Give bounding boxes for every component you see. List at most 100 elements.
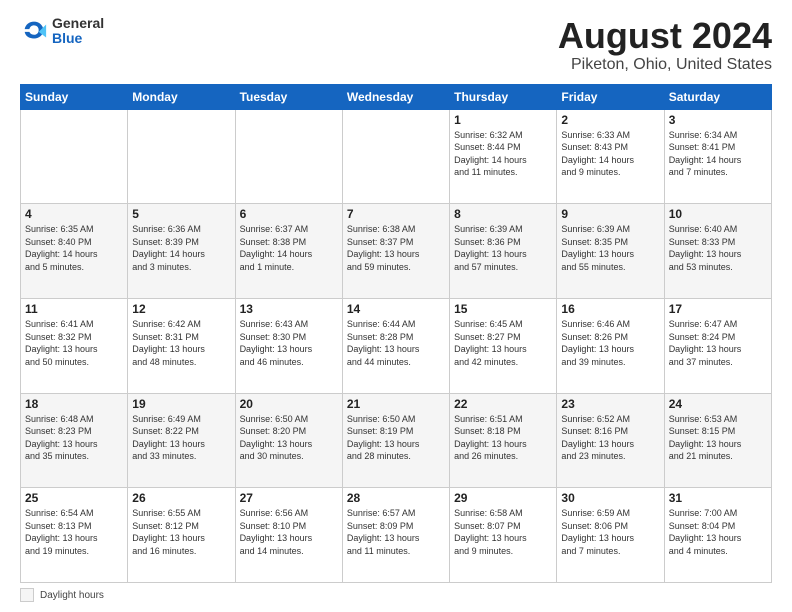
logo-blue-text: Blue <box>52 31 104 46</box>
subtitle: Piketon, Ohio, United States <box>558 56 772 74</box>
day-number: 29 <box>454 491 552 505</box>
day-info: Sunrise: 6:39 AM Sunset: 8:36 PM Dayligh… <box>454 223 552 273</box>
table-row <box>21 109 128 204</box>
table-row <box>235 109 342 204</box>
col-monday: Monday <box>128 84 235 109</box>
day-number: 15 <box>454 302 552 316</box>
day-number: 19 <box>132 397 230 411</box>
day-number: 25 <box>25 491 123 505</box>
main-title: August 2024 <box>558 16 772 56</box>
day-number: 31 <box>669 491 767 505</box>
day-number: 17 <box>669 302 767 316</box>
day-number: 30 <box>561 491 659 505</box>
table-row: 3 Sunrise: 6:34 AM Sunset: 8:41 PM Daylig… <box>664 109 771 204</box>
day-info: Sunrise: 6:39 AM Sunset: 8:35 PM Dayligh… <box>561 223 659 273</box>
calendar-week-row: 11 Sunrise: 6:41 AM Sunset: 8:32 PM Dayli… <box>21 298 772 393</box>
logo-general-text: General <box>52 16 104 31</box>
day-number: 12 <box>132 302 230 316</box>
day-number: 5 <box>132 207 230 221</box>
table-row: 26 Sunrise: 6:55 AM Sunset: 8:12 PM Dayli… <box>128 488 235 583</box>
day-info: Sunrise: 6:43 AM Sunset: 8:30 PM Dayligh… <box>240 318 338 368</box>
day-info: Sunrise: 6:36 AM Sunset: 8:39 PM Dayligh… <box>132 223 230 273</box>
calendar-week-row: 18 Sunrise: 6:48 AM Sunset: 8:23 PM Dayli… <box>21 393 772 488</box>
day-number: 16 <box>561 302 659 316</box>
day-number: 18 <box>25 397 123 411</box>
day-info: Sunrise: 6:47 AM Sunset: 8:24 PM Dayligh… <box>669 318 767 368</box>
col-tuesday: Tuesday <box>235 84 342 109</box>
day-info: Sunrise: 6:52 AM Sunset: 8:16 PM Dayligh… <box>561 413 659 463</box>
day-number: 14 <box>347 302 445 316</box>
logo: General Blue <box>20 16 104 47</box>
table-row: 23Sunrise: 6:52 AM Sunset: 8:16 PM Dayli… <box>557 393 664 488</box>
day-number: 8 <box>454 207 552 221</box>
day-info: Sunrise: 6:37 AM Sunset: 8:38 PM Dayligh… <box>240 223 338 273</box>
table-row: 20Sunrise: 6:50 AM Sunset: 8:20 PM Dayli… <box>235 393 342 488</box>
table-row: 25 Sunrise: 6:54 AM Sunset: 8:13 PM Dayli… <box>21 488 128 583</box>
day-number: 10 <box>669 207 767 221</box>
day-info: Sunrise: 6:46 AM Sunset: 8:26 PM Dayligh… <box>561 318 659 368</box>
day-number: 2 <box>561 113 659 127</box>
day-info: Sunrise: 6:50 AM Sunset: 8:20 PM Dayligh… <box>240 413 338 463</box>
legend: Daylight hours <box>20 588 772 602</box>
calendar: Sunday Monday Tuesday Wednesday Thursday… <box>20 84 772 583</box>
table-row: 22 Sunrise: 6:51 AM Sunset: 8:18 PM Dayli… <box>450 393 557 488</box>
calendar-header-row: Sunday Monday Tuesday Wednesday Thursday… <box>21 84 772 109</box>
table-row: 5 Sunrise: 6:36 AM Sunset: 8:39 PM Daylig… <box>128 204 235 299</box>
day-info: Sunrise: 6:45 AM Sunset: 8:27 PM Dayligh… <box>454 318 552 368</box>
table-row: 30Sunrise: 6:59 AM Sunset: 8:06 PM Dayli… <box>557 488 664 583</box>
day-info: Sunrise: 6:41 AM Sunset: 8:32 PM Dayligh… <box>25 318 123 368</box>
day-number: 28 <box>347 491 445 505</box>
table-row: 7Sunrise: 6:38 AM Sunset: 8:37 PM Daylig… <box>342 204 449 299</box>
day-number: 6 <box>240 207 338 221</box>
day-number: 24 <box>669 397 767 411</box>
col-saturday: Saturday <box>664 84 771 109</box>
table-row: 21Sunrise: 6:50 AM Sunset: 8:19 PM Dayli… <box>342 393 449 488</box>
legend-box <box>20 588 34 602</box>
day-number: 3 <box>669 113 767 127</box>
day-number: 22 <box>454 397 552 411</box>
col-wednesday: Wednesday <box>342 84 449 109</box>
logo-text: General Blue <box>52 16 104 47</box>
table-row: 12Sunrise: 6:42 AM Sunset: 8:31 PM Dayli… <box>128 298 235 393</box>
table-row: 15 Sunrise: 6:45 AM Sunset: 8:27 PM Dayli… <box>450 298 557 393</box>
calendar-week-row: 1Sunrise: 6:32 AM Sunset: 8:44 PM Daylig… <box>21 109 772 204</box>
day-info: Sunrise: 6:48 AM Sunset: 8:23 PM Dayligh… <box>25 413 123 463</box>
table-row: 24Sunrise: 6:53 AM Sunset: 8:15 PM Dayli… <box>664 393 771 488</box>
day-info: Sunrise: 6:32 AM Sunset: 8:44 PM Dayligh… <box>454 129 552 179</box>
day-info: Sunrise: 7:00 AM Sunset: 8:04 PM Dayligh… <box>669 507 767 557</box>
table-row: 16 Sunrise: 6:46 AM Sunset: 8:26 PM Dayli… <box>557 298 664 393</box>
table-row <box>128 109 235 204</box>
table-row: 8 Sunrise: 6:39 AM Sunset: 8:36 PM Daylig… <box>450 204 557 299</box>
day-info: Sunrise: 6:56 AM Sunset: 8:10 PM Dayligh… <box>240 507 338 557</box>
day-number: 26 <box>132 491 230 505</box>
col-thursday: Thursday <box>450 84 557 109</box>
logo-icon <box>20 17 48 45</box>
table-row: 9 Sunrise: 6:39 AM Sunset: 8:35 PM Daylig… <box>557 204 664 299</box>
table-row: 28Sunrise: 6:57 AM Sunset: 8:09 PM Dayli… <box>342 488 449 583</box>
day-info: Sunrise: 6:34 AM Sunset: 8:41 PM Dayligh… <box>669 129 767 179</box>
table-row: 13Sunrise: 6:43 AM Sunset: 8:30 PM Dayli… <box>235 298 342 393</box>
day-info: Sunrise: 6:38 AM Sunset: 8:37 PM Dayligh… <box>347 223 445 273</box>
day-info: Sunrise: 6:49 AM Sunset: 8:22 PM Dayligh… <box>132 413 230 463</box>
table-row <box>342 109 449 204</box>
day-number: 27 <box>240 491 338 505</box>
legend-label: Daylight hours <box>40 590 104 601</box>
table-row: 4Sunrise: 6:35 AM Sunset: 8:40 PM Daylig… <box>21 204 128 299</box>
day-info: Sunrise: 6:44 AM Sunset: 8:28 PM Dayligh… <box>347 318 445 368</box>
day-info: Sunrise: 6:51 AM Sunset: 8:18 PM Dayligh… <box>454 413 552 463</box>
day-info: Sunrise: 6:35 AM Sunset: 8:40 PM Dayligh… <box>25 223 123 273</box>
day-number: 9 <box>561 207 659 221</box>
day-number: 21 <box>347 397 445 411</box>
table-row: 29Sunrise: 6:58 AM Sunset: 8:07 PM Dayli… <box>450 488 557 583</box>
title-area: August 2024 Piketon, Ohio, United States <box>558 16 772 74</box>
day-info: Sunrise: 6:33 AM Sunset: 8:43 PM Dayligh… <box>561 129 659 179</box>
table-row: 2 Sunrise: 6:33 AM Sunset: 8:43 PM Daylig… <box>557 109 664 204</box>
day-number: 11 <box>25 302 123 316</box>
day-info: Sunrise: 6:55 AM Sunset: 8:12 PM Dayligh… <box>132 507 230 557</box>
header: General Blue August 2024 Piketon, Ohio, … <box>20 16 772 74</box>
table-row: 11 Sunrise: 6:41 AM Sunset: 8:32 PM Dayli… <box>21 298 128 393</box>
table-row: 10Sunrise: 6:40 AM Sunset: 8:33 PM Dayli… <box>664 204 771 299</box>
day-info: Sunrise: 6:54 AM Sunset: 8:13 PM Dayligh… <box>25 507 123 557</box>
table-row: 18 Sunrise: 6:48 AM Sunset: 8:23 PM Dayli… <box>21 393 128 488</box>
table-row: 6 Sunrise: 6:37 AM Sunset: 8:38 PM Daylig… <box>235 204 342 299</box>
